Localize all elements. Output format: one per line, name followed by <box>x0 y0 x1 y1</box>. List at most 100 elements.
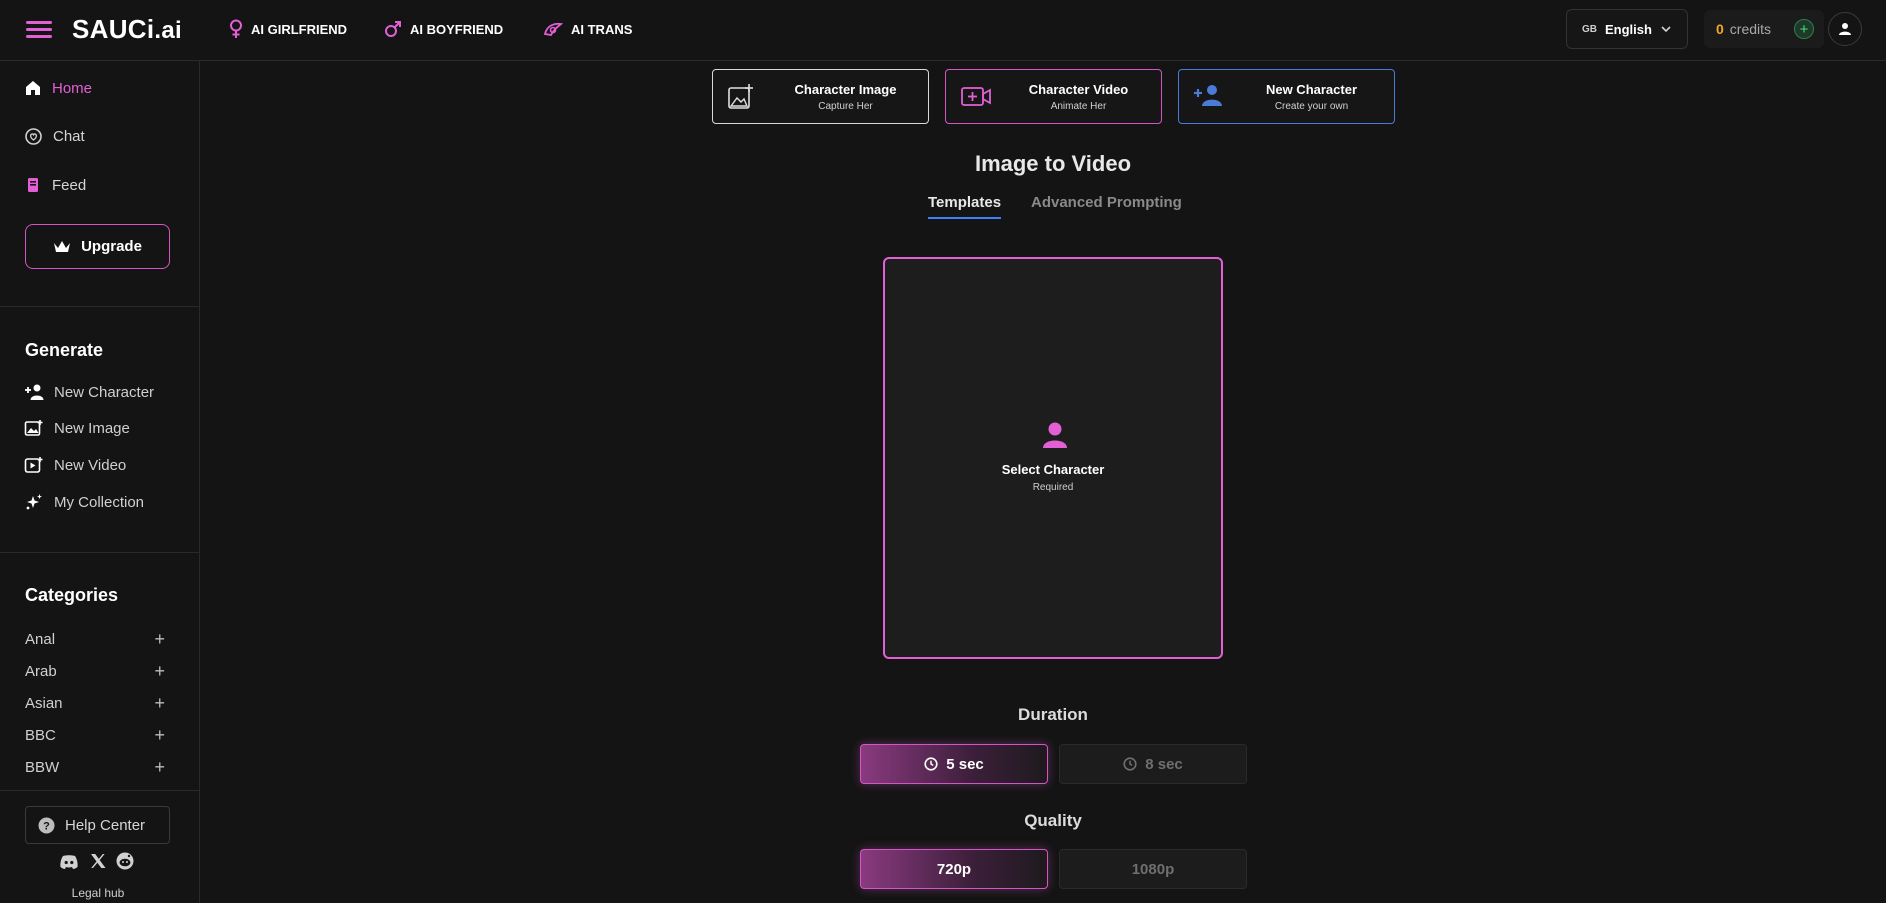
image-add-icon <box>727 82 755 110</box>
category-item[interactable]: Arab + <box>25 661 165 681</box>
category-item[interactable]: Asian + <box>25 693 165 713</box>
logo-text: SAUCi <box>72 14 155 44</box>
svg-text:?: ? <box>43 820 50 832</box>
sidebar-item-new-image[interactable]: New Image <box>24 419 130 437</box>
upgrade-label: Upgrade <box>81 238 142 255</box>
sidebar-divider <box>0 790 200 791</box>
quality-option-label: 1080p <box>1131 860 1175 878</box>
duration-8-sec-button[interactable]: 8 sec <box>1059 744 1247 784</box>
expand-plus-icon: + <box>154 692 165 713</box>
card-title: New Character <box>1265 82 1358 97</box>
clock-icon <box>924 757 938 771</box>
user-icon <box>1838 22 1852 36</box>
nav-label: AI TRANS <box>571 21 633 37</box>
sidebar-item-label: Feed <box>52 176 87 194</box>
home-icon <box>24 79 42 97</box>
expand-plus-icon: + <box>154 756 165 777</box>
quality-1080p-button[interactable]: 1080p <box>1059 849 1247 889</box>
duration-option-label: 8 sec <box>1145 755 1183 773</box>
male-icon <box>384 20 402 38</box>
card-title: Character Image <box>794 82 897 97</box>
new-character-card[interactable]: New Character Create your own <box>1178 69 1395 124</box>
expand-plus-icon: + <box>154 628 165 649</box>
expand-plus-icon: + <box>154 724 165 745</box>
female-icon <box>229 19 243 39</box>
sidebar-item-feed[interactable]: Feed <box>24 176 86 194</box>
character-video-card[interactable]: Character Video Animate Her <box>945 69 1162 124</box>
quality-720p-button[interactable]: 720p <box>860 849 1048 889</box>
nav-ai-boyfriend[interactable]: AI BOYFRIEND <box>384 18 503 40</box>
sidebar-item-label: New Video <box>54 456 127 474</box>
sidebar-item-new-character[interactable]: New Character <box>24 383 154 401</box>
select-character-title: Select Character <box>1001 462 1105 477</box>
category-item[interactable]: Anal + <box>25 629 165 649</box>
category-label: BBW <box>25 758 60 776</box>
categories-heading: Categories <box>25 585 119 605</box>
discord-icon[interactable] <box>59 854 79 874</box>
add-user-icon <box>1193 82 1223 108</box>
sidebar-item-label: My Collection <box>54 493 145 511</box>
help-center-button[interactable]: ? Help Center <box>25 806 170 844</box>
top-bar: SAUCi.ai AI GIRLFRIEND AI BOYFRIEND AI T… <box>0 0 1886 61</box>
category-item[interactable]: BBC + <box>25 725 165 745</box>
active-tab-indicator <box>928 217 1001 219</box>
select-character-box[interactable]: Select Character Required <box>883 257 1223 659</box>
sparkles-icon <box>24 493 44 511</box>
sidebar-item-chat[interactable]: Chat <box>24 127 85 146</box>
tab-advanced-prompting[interactable]: Advanced Prompting <box>1031 194 1182 211</box>
nav-label: AI GIRLFRIEND <box>251 21 348 37</box>
page-title: Image to Video <box>974 151 1132 176</box>
sidebar-item-label: New Character <box>54 383 155 401</box>
quality-option-label: 720p <box>936 860 972 878</box>
x-twitter-icon[interactable] <box>89 852 109 872</box>
legal-hub-link[interactable]: Legal hub <box>0 886 196 900</box>
language-selector[interactable]: GB English <box>1566 9 1688 49</box>
trans-icon <box>543 21 563 37</box>
sidebar-divider <box>0 306 200 307</box>
chat-icon <box>24 127 43 146</box>
category-label: Asian <box>25 694 63 712</box>
logo[interactable]: SAUCi.ai <box>72 14 182 45</box>
menu-icon[interactable] <box>26 17 54 41</box>
nav-ai-girlfriend[interactable]: AI GIRLFRIEND <box>229 18 347 40</box>
chevron-down-icon <box>1660 23 1672 35</box>
sidebar-item-new-video[interactable]: New Video <box>24 456 126 474</box>
crown-icon <box>53 240 71 254</box>
duration-5-sec-button[interactable]: 5 sec <box>860 744 1048 784</box>
credits-label: credits <box>1729 21 1772 37</box>
select-character-required: Required <box>1032 482 1074 493</box>
generate-heading: Generate <box>25 340 104 360</box>
sidebar-divider <box>0 552 200 553</box>
sidebar-item-label: New Image <box>54 419 130 437</box>
credits-display: 0 credits + <box>1704 10 1824 48</box>
tab-templates[interactable]: Templates <box>928 194 1001 211</box>
image-icon <box>24 419 44 437</box>
video-icon <box>24 456 44 474</box>
help-center-label: Help Center <box>65 816 146 834</box>
add-credits-button[interactable]: + <box>1794 19 1814 39</box>
duration-label: Duration <box>1018 705 1088 724</box>
sidebar-item-label: Chat <box>53 128 85 145</box>
category-label: BBC <box>25 726 56 744</box>
sidebar-item-my-collection[interactable]: My Collection <box>24 493 144 511</box>
video-add-icon <box>960 82 992 110</box>
nav-label: AI BOYFRIEND <box>410 21 504 37</box>
user-avatar-button[interactable] <box>1828 12 1862 46</box>
expand-plus-icon: + <box>154 660 165 681</box>
category-item[interactable]: BBW + <box>25 757 165 777</box>
clock-icon <box>1123 757 1137 771</box>
sidebar-item-label: Home <box>52 79 93 97</box>
quality-label: Quality <box>1024 811 1082 830</box>
category-label: Anal <box>25 630 56 648</box>
card-subtitle: Animate Her <box>1050 101 1107 112</box>
character-image-card[interactable]: Character Image Capture Her <box>712 69 929 124</box>
reddit-icon[interactable] <box>116 852 136 872</box>
card-subtitle: Capture Her <box>818 101 873 112</box>
sidebar-item-home[interactable]: Home <box>24 79 92 97</box>
upgrade-button[interactable]: Upgrade <box>25 224 170 269</box>
duration-option-label: 5 sec <box>946 755 984 773</box>
flag-code: GB <box>1582 23 1597 35</box>
nav-ai-trans[interactable]: AI TRANS <box>543 18 632 40</box>
help-icon: ? <box>38 817 55 834</box>
logo-suffix: .ai <box>154 17 182 44</box>
